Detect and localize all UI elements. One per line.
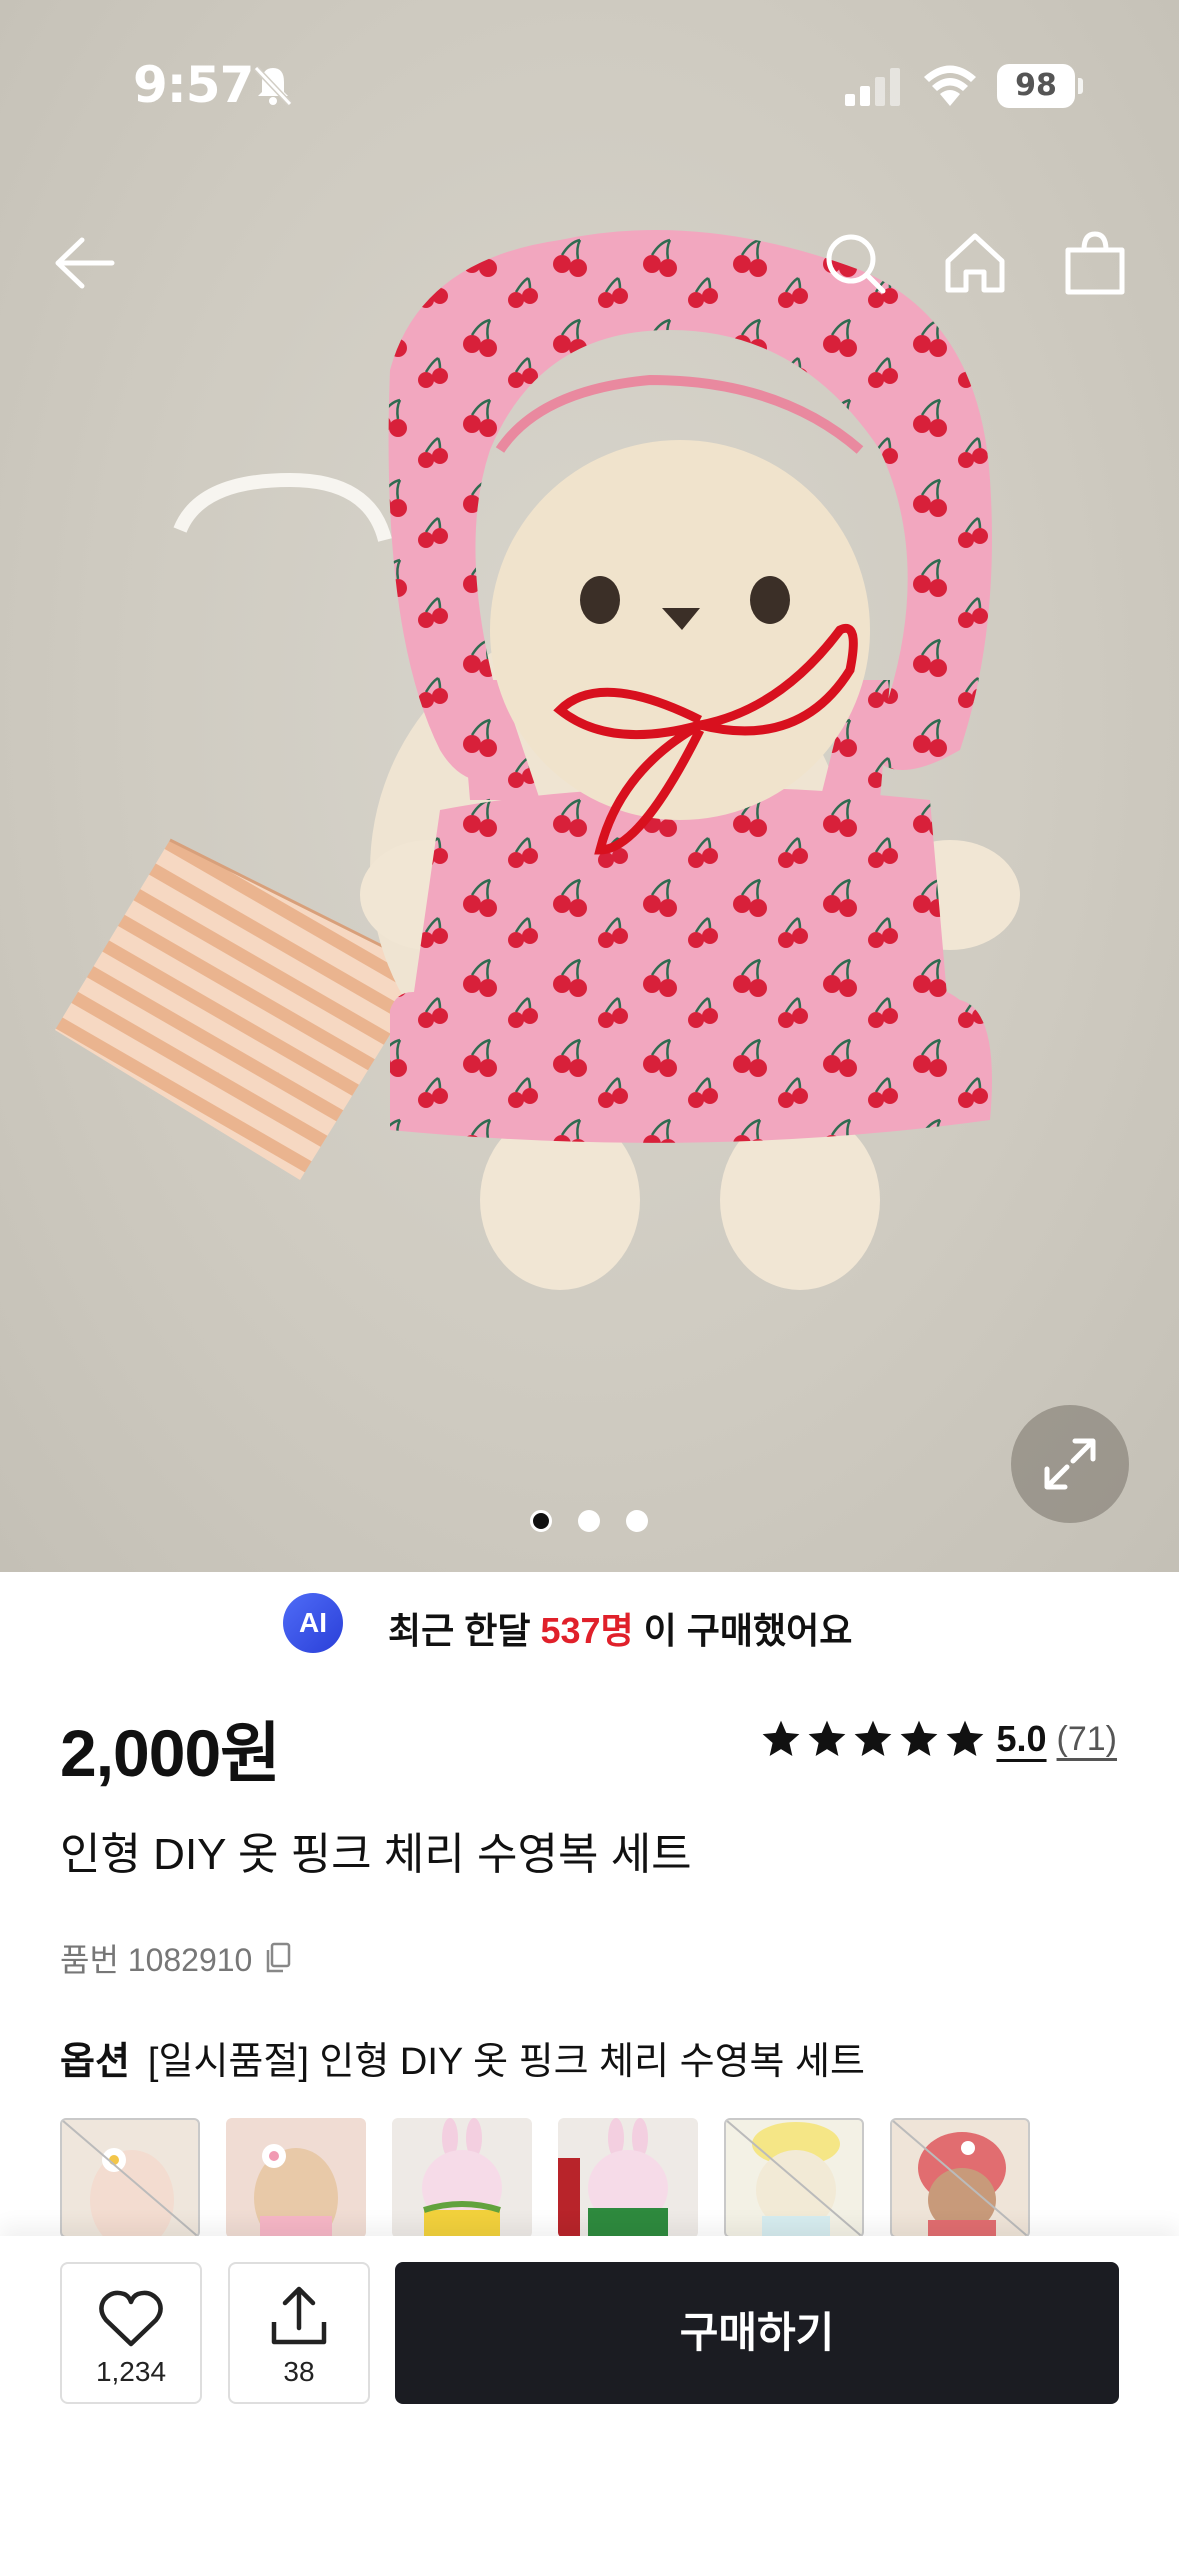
option-thumb-image [558, 2118, 668, 2238]
like-count: 1,234 [95, 2356, 167, 2387]
option-thumb-image [254, 2144, 338, 2238]
expand-icon [1044, 1438, 1096, 1490]
option-thumb-2[interactable] [226, 2118, 366, 2238]
option-thumb-4[interactable] [558, 2118, 698, 2238]
search-icon[interactable] [820, 228, 890, 298]
share-count: 38 [283, 2356, 315, 2387]
ai-badge: AI [283, 1593, 343, 1653]
product-title: 인형 DIY 옷 핑크 체리 수영복 세트 [60, 1830, 692, 1879]
product-image [55, 230, 1020, 1290]
battery-indicator: 98 [997, 64, 1075, 108]
star-icon [763, 1720, 800, 1756]
pagination-dot[interactable] [626, 1510, 648, 1532]
sku-text: 품번 1082910 [60, 1942, 253, 1978]
option-thumb-1[interactable] [60, 2118, 200, 2238]
battery-tip [1078, 78, 1083, 94]
fullscreen-button[interactable] [1011, 1405, 1129, 1523]
status-bar: 9:57 98 [0, 0, 1179, 170]
option-thumb-image [422, 2118, 502, 2238]
review-count[interactable]: (71) [1057, 1720, 1117, 1759]
option-row[interactable]: 옵션 [일시품절] 인형 DIY 옷 핑크 체리 수영복 세트 [60, 2030, 865, 2085]
share-icon [271, 2286, 327, 2345]
product-sku: 품번 1082910 [60, 1935, 292, 1981]
option-thumb-6[interactable] [890, 2118, 1030, 2238]
option-thumb-5[interactable] [724, 2118, 864, 2238]
ai-banner-suffix: 이 구매했어요 [633, 1610, 853, 1651]
shopping-bag-icon[interactable] [1060, 228, 1130, 298]
gallery-pagination [530, 1510, 648, 1532]
pagination-dot-active[interactable] [530, 1510, 552, 1532]
home-icon[interactable] [940, 228, 1010, 298]
option-thumb-image [892, 2120, 1028, 2236]
option-thumb-3[interactable] [392, 2118, 532, 2238]
ai-banner-count: 537명 [540, 1610, 634, 1651]
product-rating[interactable]: 5.0 (71) [760, 1718, 1117, 1760]
star-icon [901, 1720, 938, 1756]
like-button[interactable]: 1,234 [60, 2262, 202, 2404]
share-button[interactable]: 38 [228, 2262, 370, 2404]
option-thumbnails [60, 2118, 1030, 2238]
ai-purchase-banner: 최근 한달 537명 이 구매했어요 [388, 1602, 852, 1654]
heart-icon [99, 2290, 163, 2347]
status-time: 9:57 [133, 56, 254, 114]
rating-score[interactable]: 5.0 [996, 1718, 1046, 1760]
product-price: 2,000원 [60, 1716, 281, 1790]
pagination-dot[interactable] [578, 1510, 600, 1532]
copy-icon[interactable] [264, 1942, 292, 1974]
option-selected: [일시품절] 인형 DIY 옷 핑크 체리 수영복 세트 [147, 2041, 865, 2083]
rating-stars [760, 1718, 986, 1760]
star-icon [947, 1720, 984, 1756]
bell-muted-icon [253, 65, 293, 107]
wifi-icon [924, 65, 976, 106]
buy-button[interactable]: 구매하기 [395, 2262, 1119, 2404]
cellular-signal-icon [845, 68, 900, 106]
star-icon [855, 1720, 892, 1756]
ai-banner-prefix: 최근 한달 [388, 1610, 541, 1651]
bottom-action-bar: 1,234 38 구매하기 [0, 2236, 1179, 2556]
star-icon [809, 1720, 846, 1756]
option-thumb-image [62, 2120, 198, 2236]
option-thumb-image [726, 2120, 862, 2236]
back-arrow-icon[interactable] [48, 228, 118, 298]
option-label: 옵션 [60, 2041, 130, 2083]
product-image-gallery[interactable]: 9:57 98 [0, 0, 1179, 1572]
